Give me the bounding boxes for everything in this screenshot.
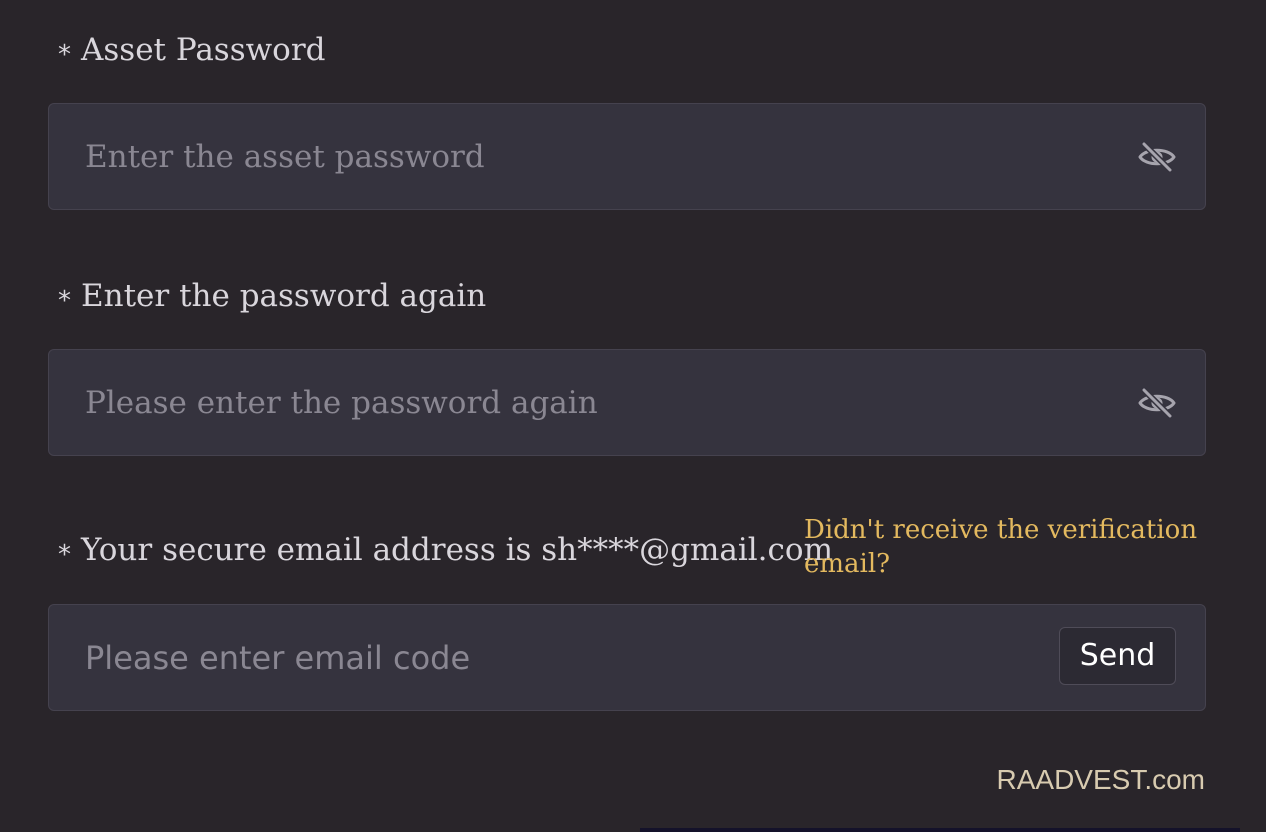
asset-password-label-text: Asset Password — [81, 32, 326, 68]
send-code-button[interactable]: Send — [1059, 627, 1176, 685]
eye-slash-icon[interactable] — [1137, 387, 1177, 419]
required-asterisk: * — [58, 40, 71, 70]
confirm-password-label: * Enter the password again — [58, 276, 486, 316]
required-asterisk: * — [58, 286, 71, 316]
bottom-strip — [640, 828, 1240, 832]
email-code-label: * Your secure email address is sh****@gm… — [58, 530, 833, 570]
email-code-field: Send — [48, 604, 1206, 711]
secure-email-text: Your secure email address is sh****@gmai… — [81, 532, 833, 568]
required-asterisk: * — [58, 540, 71, 570]
asset-password-input[interactable] — [85, 104, 1085, 209]
asset-password-field — [48, 103, 1206, 210]
resend-verification-link[interactable]: Didn't receive the verification email? — [804, 513, 1204, 581]
asset-password-label: * Asset Password — [58, 30, 326, 70]
email-code-input[interactable] — [85, 605, 1045, 710]
confirm-password-input[interactable] — [85, 350, 1085, 455]
confirm-password-label-text: Enter the password again — [81, 278, 487, 314]
watermark: RAADVEST.com — [996, 764, 1206, 795]
confirm-password-field — [48, 349, 1206, 456]
eye-slash-icon[interactable] — [1137, 141, 1177, 173]
